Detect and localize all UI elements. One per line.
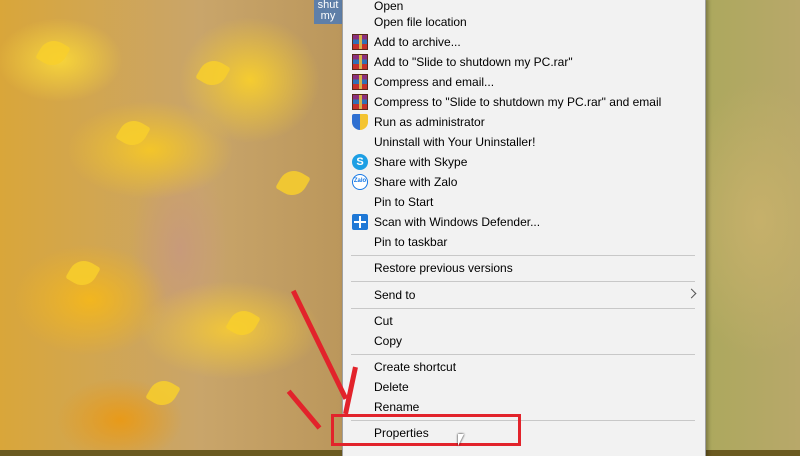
leaf-decoration [195,55,231,91]
desktop-icon-label[interactable]: shut my [314,0,342,24]
menu-item-uninstall[interactable]: Uninstall with Your Uninstaller! [343,132,705,152]
menu-item-label: Open file location [374,15,467,29]
zalo-icon: Zalo [352,174,368,190]
menu-item-label: Restore previous versions [374,261,513,275]
menu-item-open-file-location[interactable]: Open file location [343,12,705,32]
menu-item-label: Scan with Windows Defender... [374,215,541,229]
menu-item-label: Compress and email... [374,75,495,89]
leaf-decoration [275,165,311,201]
menu-item-add-to-archive[interactable]: Add to archive... [343,32,705,52]
leaf-decoration [225,305,261,341]
context-menu: Open Open file location Add to archive..… [342,0,706,456]
menu-separator [351,354,695,355]
menu-item-cut[interactable]: Cut [343,311,705,331]
menu-item-label: Pin to Start [374,195,434,209]
winrar-icon [352,54,368,70]
menu-item-pin-to-taskbar[interactable]: Pin to taskbar [343,232,705,252]
winrar-icon [352,94,368,110]
shield-icon [352,114,368,130]
menu-item-scan-with-defender[interactable]: Scan with Windows Defender... [343,212,705,232]
menu-item-compress-to-rar-and-email[interactable]: Compress to "Slide to shutdown my PC.rar… [343,92,705,112]
leaf-decoration [65,255,101,291]
menu-item-label: Create shortcut [374,360,457,374]
menu-item-create-shortcut[interactable]: Create shortcut [343,357,705,377]
menu-item-copy[interactable]: Copy [343,331,705,351]
menu-item-pin-to-start[interactable]: Pin to Start [343,192,705,212]
menu-item-run-as-administrator[interactable]: Run as administrator [343,112,705,132]
skype-icon: S [352,154,368,170]
mouse-cursor-icon [458,434,464,446]
annotation-highlight-box [331,414,521,446]
leaf-decoration [35,35,71,71]
chevron-right-icon [686,288,697,299]
leaf-decoration [115,115,151,151]
winrar-icon [352,34,368,50]
menu-separator [351,308,695,309]
menu-item-label: Share with Zalo [374,175,458,189]
menu-item-label: Share with Skype [374,155,468,169]
menu-item-add-to-rar[interactable]: Add to "Slide to shutdown my PC.rar" [343,52,705,72]
menu-item-label: Copy [374,334,403,348]
menu-item-label: Add to "Slide to shutdown my PC.rar" [374,55,573,69]
menu-item-send-to[interactable]: Send to [343,285,705,305]
menu-item-label: Send to [374,288,416,302]
menu-item-share-with-skype[interactable]: S Share with Skype [343,152,705,172]
menu-separator [351,281,695,282]
leaf-decoration [145,375,181,411]
menu-item-label: Add to archive... [374,35,461,49]
menu-item-label: Cut [374,314,393,328]
menu-item-share-with-zalo[interactable]: Zalo Share with Zalo [343,172,705,192]
defender-icon [352,214,368,230]
menu-item-label: Compress to "Slide to shutdown my PC.rar… [374,95,662,109]
menu-item-delete[interactable]: Delete [343,377,705,397]
menu-item-label: Delete [374,380,409,394]
menu-item-label: Uninstall with Your Uninstaller! [374,135,536,149]
menu-item-restore-previous-versions[interactable]: Restore previous versions [343,258,705,278]
menu-item-label: Pin to taskbar [374,235,448,249]
menu-item-compress-and-email[interactable]: Compress and email... [343,72,705,92]
menu-separator [351,255,695,256]
winrar-icon [352,74,368,90]
menu-item-label: Run as administrator [374,115,485,129]
